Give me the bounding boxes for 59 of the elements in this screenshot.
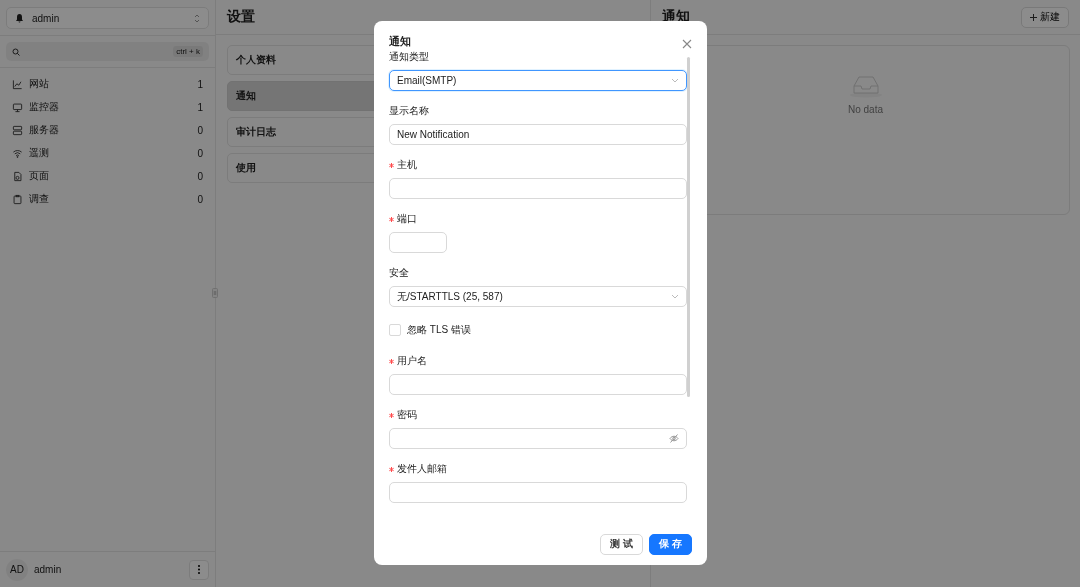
nav-item[interactable]: 服务器 0 (12, 122, 203, 138)
search-field[interactable]: ctrl + k (6, 42, 209, 61)
nav-item[interactable]: 页面 0 (12, 168, 203, 184)
field-label: 显示名称 (389, 105, 429, 117)
input-field[interactable] (389, 178, 687, 199)
page-title: 设置 (227, 8, 255, 26)
nav-count: 0 (197, 170, 203, 182)
empty-text: No data (848, 104, 883, 115)
nav-count: 0 (197, 124, 203, 136)
save-button[interactable]: 保 存 (649, 533, 692, 555)
select-field[interactable]: 无/STARTTLS (25, 587) (389, 286, 687, 307)
chart-icon (12, 78, 23, 90)
field-label: 安全 (389, 267, 409, 279)
page-icon (12, 170, 23, 182)
search-icon (12, 47, 20, 56)
scrollbar[interactable] (687, 57, 690, 397)
user-name: admin (34, 564, 63, 575)
input-field[interactable] (389, 232, 447, 253)
field-label: 端口 (389, 213, 417, 225)
inbox-icon (848, 74, 883, 98)
nav-item[interactable]: 监控器 1 (12, 99, 203, 115)
clipboard-icon (12, 193, 23, 205)
checkbox[interactable] (389, 324, 401, 336)
shortcut-hint: ctrl + k (173, 46, 203, 57)
field-label: 主机 (389, 159, 417, 171)
select-field[interactable]: Email(SMTP) (389, 70, 687, 91)
monitor-icon (12, 101, 23, 113)
nav-count: 0 (197, 193, 203, 205)
nav-item[interactable]: 遥测 0 (12, 145, 203, 161)
input-field[interactable] (389, 482, 687, 503)
nav-item[interactable]: 调查 0 (12, 191, 203, 207)
field-label: 发件人邮箱 (389, 463, 447, 475)
nav-count: 1 (197, 78, 203, 90)
server-icon (12, 124, 23, 136)
test-button[interactable]: 测 试 (600, 533, 644, 555)
more-button[interactable] (189, 559, 209, 580)
new-button[interactable]: 新建 (1021, 6, 1069, 28)
password-field[interactable] (389, 428, 687, 449)
close-icon (682, 38, 692, 49)
dialog-title: 通知 (389, 34, 411, 49)
workspace-select[interactable]: admin (6, 7, 209, 29)
avatar: AD (6, 558, 28, 581)
wifi-icon (12, 147, 23, 159)
input-field[interactable]: New Notification (389, 124, 687, 145)
eye-off-icon (669, 434, 679, 443)
input-field[interactable] (389, 374, 687, 395)
field-label: 通知类型 (389, 51, 429, 63)
nav-item[interactable]: 网站 1 (12, 76, 203, 92)
chevron-down-icon (671, 77, 679, 84)
checkbox-label: 忽略 TLS 错误 (407, 323, 471, 337)
plus-icon (1030, 13, 1037, 21)
field-label: 用户名 (389, 355, 427, 367)
updown-icon (194, 13, 200, 23)
field-label: 密码 (389, 409, 417, 421)
resize-handle[interactable] (212, 288, 218, 298)
nav-count: 0 (197, 147, 203, 159)
chevron-down-icon (671, 293, 679, 300)
nav-count: 1 (197, 101, 203, 113)
bell-icon (15, 13, 24, 23)
